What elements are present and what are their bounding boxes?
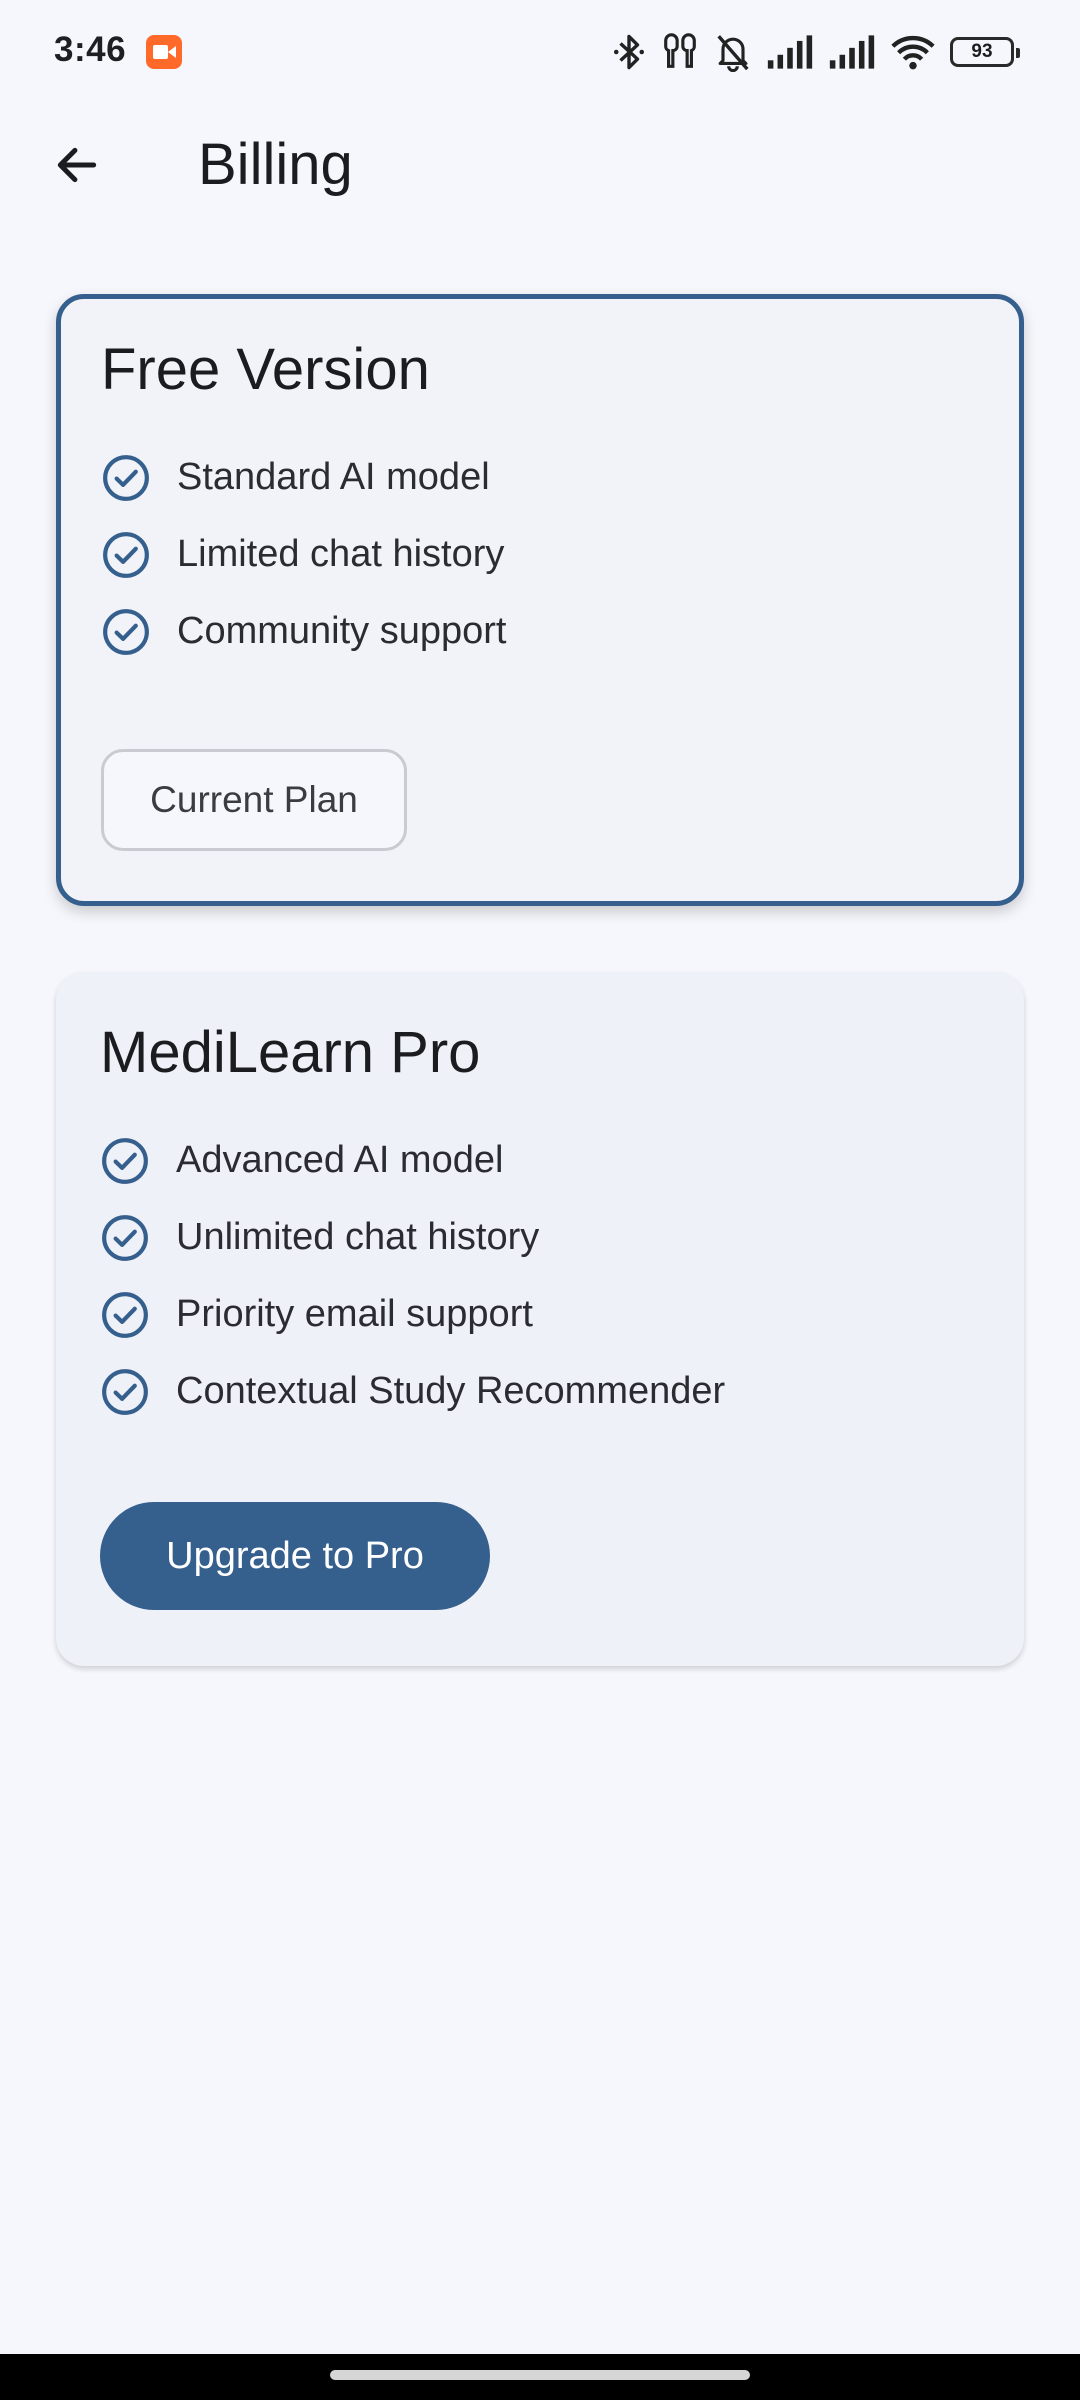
free-plan-card: Free Version Standard AI model Limited c… (56, 294, 1024, 906)
check-circle-icon (102, 1214, 148, 1261)
check-circle-icon (102, 1368, 148, 1415)
feature-label: Standard AI model (177, 456, 490, 498)
plan-title: MediLearn Pro (100, 1020, 481, 1085)
signal-icon (829, 35, 875, 69)
feature-list: Standard AI model Limited chat history C… (101, 439, 979, 670)
system-nav-bar (0, 2354, 1080, 2400)
page-title: Billing (198, 132, 353, 197)
check-circle-icon (103, 454, 149, 501)
home-gesture-handle[interactable] (330, 2370, 750, 2380)
battery-icon: 93 (950, 37, 1020, 67)
feature-list: Advanced AI model Unlimited chat history… (100, 1122, 980, 1430)
check-circle-icon (103, 608, 149, 655)
bell-off-icon (717, 35, 749, 72)
plan-title: Free Version (101, 337, 430, 402)
status-icons: 93 (612, 28, 1020, 76)
feature-label: Advanced AI model (176, 1139, 504, 1181)
feature-item: Contextual Study Recommender (100, 1353, 980, 1430)
bluetooth-icon (613, 34, 645, 70)
feature-label: Community support (177, 610, 507, 652)
signal-icon (767, 35, 813, 69)
back-button[interactable] (38, 126, 116, 204)
upgrade-to-pro-button[interactable]: Upgrade to Pro (100, 1502, 490, 1610)
feature-item: Limited chat history (101, 516, 979, 593)
check-circle-icon (102, 1137, 148, 1184)
app-bar: Billing (0, 104, 1080, 216)
screen-record-icon (146, 35, 182, 69)
earbuds-icon (664, 33, 696, 68)
feature-item: Advanced AI model (100, 1122, 980, 1199)
feature-label: Contextual Study Recommender (176, 1370, 726, 1412)
feature-label: Priority email support (176, 1293, 533, 1335)
current-plan-button[interactable]: Current Plan (101, 749, 407, 851)
feature-item: Unlimited chat history (100, 1199, 980, 1276)
arrow-back-icon (57, 147, 97, 183)
feature-item: Priority email support (100, 1276, 980, 1353)
feature-label: Limited chat history (177, 533, 505, 575)
check-circle-icon (102, 1291, 148, 1338)
status-bar: 3:46 93 (0, 0, 1080, 104)
check-circle-icon (103, 531, 149, 578)
pro-plan-card: MediLearn Pro Advanced AI model Unlimite… (56, 972, 1024, 1666)
feature-label: Unlimited chat history (176, 1216, 540, 1258)
wifi-icon (891, 35, 935, 70)
status-time: 3:46 (54, 30, 127, 69)
feature-item: Community support (101, 593, 979, 670)
feature-item: Standard AI model (101, 439, 979, 516)
